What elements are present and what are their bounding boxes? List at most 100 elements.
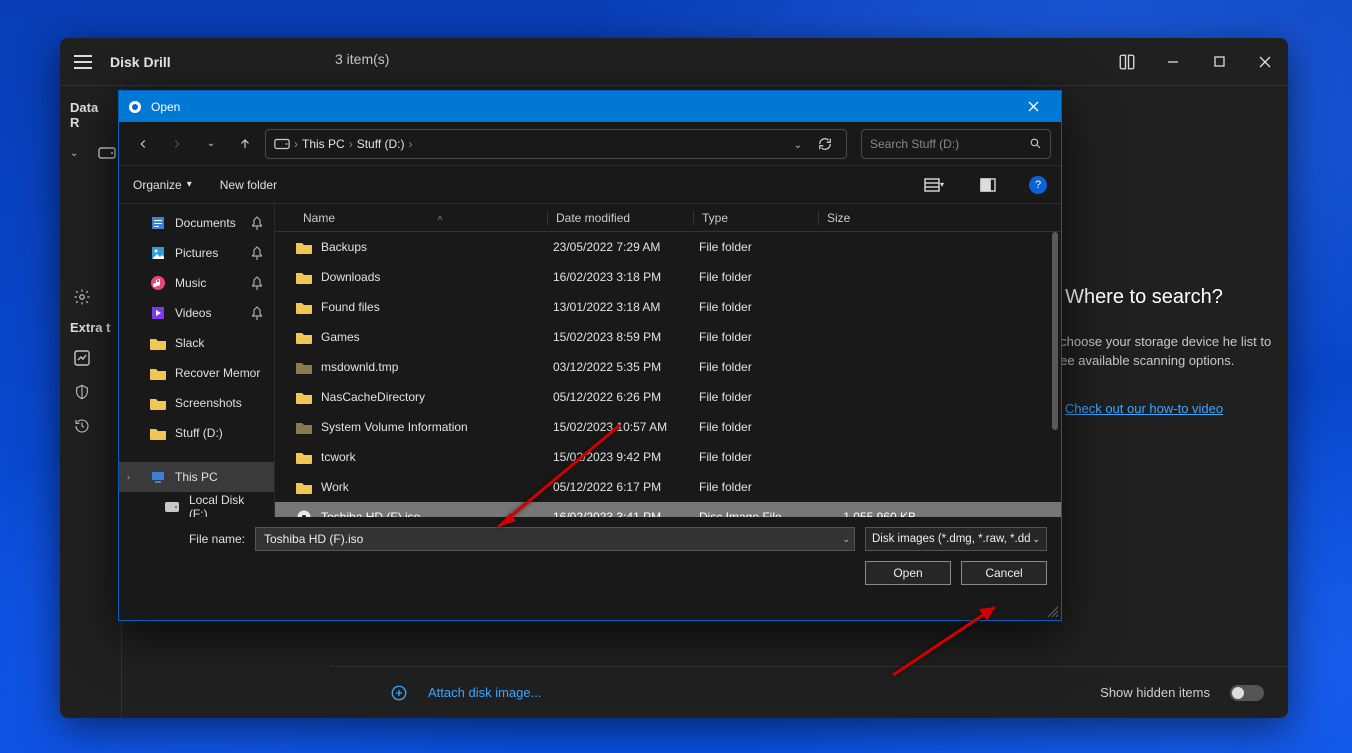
dialog-toolbar: Organize ▾ New folder ▾ ? bbox=[119, 166, 1061, 204]
tree-item[interactable]: Screenshots bbox=[119, 388, 274, 418]
col-type[interactable]: Type bbox=[693, 211, 818, 225]
nav-recent-button[interactable]: ⌄ bbox=[197, 130, 225, 158]
app-status: 3 item(s) bbox=[335, 51, 389, 67]
app-name: Disk Drill bbox=[110, 54, 171, 70]
file-row[interactable]: msdownld.tmp03/12/2022 5:35 PMFile folde… bbox=[275, 352, 1061, 382]
breadcrumb-loc[interactable]: Stuff (D:) bbox=[357, 137, 405, 151]
history-icon bbox=[70, 414, 94, 438]
tree-item[interactable]: Music bbox=[119, 268, 274, 298]
tree-item[interactable]: Local Disk (F:) bbox=[119, 492, 274, 517]
dialog-close-button[interactable] bbox=[1013, 91, 1053, 122]
open-dialog: Open ⌄ › This PC › Stuff (D:) › ⌄ Search… bbox=[118, 90, 1062, 621]
drive-icon bbox=[98, 141, 116, 165]
file-row[interactable]: Toshiba HD (F).iso16/02/2023 3:41 PMDisc… bbox=[275, 502, 1061, 517]
drive-icon bbox=[274, 138, 290, 150]
sidebar-row[interactable]: ⌄ bbox=[60, 136, 121, 170]
refresh-button[interactable] bbox=[812, 135, 838, 153]
search-icon bbox=[1029, 137, 1042, 150]
show-hidden-toggle[interactable] bbox=[1230, 685, 1264, 701]
close-button[interactable] bbox=[1242, 39, 1288, 85]
dialog-footer: File name: Toshiba HD (F).iso⌄ Disk imag… bbox=[119, 517, 1061, 595]
chart-icon bbox=[70, 346, 94, 370]
sidebar-extra-2[interactable] bbox=[60, 375, 121, 409]
file-list: Name˄ Date modified Type Size Backups23/… bbox=[275, 204, 1061, 517]
file-icon bbox=[295, 478, 313, 496]
maximize-button[interactable] bbox=[1196, 39, 1242, 85]
file-row[interactable]: NasCacheDirectory05/12/2022 6:26 PMFile … bbox=[275, 382, 1061, 412]
new-folder-button[interactable]: New folder bbox=[220, 178, 277, 192]
drv-icon bbox=[163, 498, 181, 516]
tree-item[interactable]: Recover Memor bbox=[119, 358, 274, 388]
sidebar-extra-3[interactable] bbox=[60, 409, 121, 443]
breadcrumb-pc[interactable]: This PC bbox=[302, 137, 345, 151]
tree-item[interactable]: Stuff (D:) bbox=[119, 418, 274, 448]
tree-item[interactable]: ›This PC bbox=[119, 462, 274, 492]
view-mode-button[interactable]: ▾ bbox=[921, 172, 947, 198]
file-row[interactable]: Backups23/05/2022 7:29 AMFile folder bbox=[275, 232, 1061, 262]
show-hidden-label: Show hidden items bbox=[1100, 685, 1210, 700]
sidebar-extra-1[interactable] bbox=[60, 341, 121, 375]
howto-link[interactable]: Check out our how-to video bbox=[1065, 401, 1223, 416]
tree-item[interactable]: Pictures bbox=[119, 238, 274, 268]
nav-forward-button[interactable] bbox=[163, 130, 191, 158]
hamburger-icon[interactable] bbox=[70, 49, 96, 75]
open-button[interactable]: Open bbox=[865, 561, 951, 585]
pin-icon bbox=[252, 246, 266, 260]
filename-input[interactable]: Toshiba HD (F).iso⌄ bbox=[255, 527, 855, 551]
dialog-nav: ⌄ › This PC › Stuff (D:) › ⌄ Search Stuf… bbox=[119, 122, 1061, 166]
filename-dropdown[interactable]: ⌄ bbox=[842, 534, 850, 545]
fld-icon bbox=[149, 364, 167, 382]
preview-pane-button[interactable] bbox=[975, 172, 1001, 198]
column-headers: Name˄ Date modified Type Size bbox=[275, 204, 1061, 232]
file-icon bbox=[295, 328, 313, 346]
sidebar-settings[interactable] bbox=[60, 280, 121, 314]
tree-item[interactable]: Documents bbox=[119, 208, 274, 238]
fld-icon bbox=[149, 334, 167, 352]
cancel-button[interactable]: Cancel bbox=[961, 561, 1047, 585]
pin-icon bbox=[252, 276, 266, 290]
pin-icon bbox=[252, 306, 266, 320]
help-button[interactable]: ? bbox=[1029, 176, 1047, 194]
search-input[interactable]: Search Stuff (D:) bbox=[861, 129, 1051, 159]
col-size[interactable]: Size bbox=[818, 211, 918, 225]
app-title-bar: Disk Drill 3 item(s) bbox=[60, 38, 1288, 86]
file-type-combo[interactable]: Disk images (*.dmg, *.raw, *.dd⌄ bbox=[865, 527, 1047, 551]
organize-button[interactable]: Organize ▾ bbox=[133, 178, 192, 192]
file-icon bbox=[295, 238, 313, 256]
file-row[interactable]: Work05/12/2022 6:17 PMFile folder bbox=[275, 472, 1061, 502]
minimize-button[interactable] bbox=[1150, 39, 1196, 85]
vid-icon bbox=[149, 304, 167, 322]
sidebar-section-data: Data R bbox=[60, 94, 121, 136]
address-bar[interactable]: › This PC › Stuff (D:) › ⌄ bbox=[265, 129, 847, 159]
address-dropdown[interactable]: ⌄ bbox=[788, 135, 808, 153]
file-row[interactable]: System Volume Information15/02/2023 10:5… bbox=[275, 412, 1061, 442]
file-icon bbox=[295, 508, 313, 517]
pc-icon bbox=[149, 468, 167, 486]
file-row[interactable]: Found files13/01/2022 3:18 AMFile folder bbox=[275, 292, 1061, 322]
file-row[interactable]: Games15/02/2023 8:59 PMFile folder bbox=[275, 322, 1061, 352]
app-small-icon bbox=[127, 99, 143, 115]
app-sidebar: Data R ⌄ Extra t bbox=[60, 86, 122, 718]
file-row[interactable]: Downloads16/02/2023 3:18 PMFile folder bbox=[275, 262, 1061, 292]
book-icon[interactable] bbox=[1104, 39, 1150, 85]
resize-grip-icon[interactable] bbox=[1046, 605, 1058, 617]
attach-link[interactable]: Attach disk image... bbox=[428, 685, 541, 700]
mus-icon bbox=[149, 274, 167, 292]
list-scrollbar[interactable] bbox=[1049, 232, 1059, 515]
tree-item[interactable]: Slack bbox=[119, 328, 274, 358]
col-date[interactable]: Date modified bbox=[547, 211, 693, 225]
file-icon bbox=[295, 418, 313, 436]
search-placeholder: Search Stuff (D:) bbox=[870, 137, 959, 151]
pin-icon bbox=[252, 216, 266, 230]
tree-item[interactable]: Videos bbox=[119, 298, 274, 328]
sidebar-section-extra: Extra t bbox=[60, 314, 121, 341]
file-row[interactable]: tcwork15/02/2023 9:42 PMFile folder bbox=[275, 442, 1061, 472]
col-name[interactable]: Name˄ bbox=[295, 211, 547, 225]
fld-icon bbox=[149, 424, 167, 442]
file-icon bbox=[295, 298, 313, 316]
nav-up-button[interactable] bbox=[231, 130, 259, 158]
nav-back-button[interactable] bbox=[129, 130, 157, 158]
folder-tree[interactable]: DocumentsPicturesMusicVideosSlackRecover… bbox=[119, 204, 275, 517]
file-icon bbox=[295, 448, 313, 466]
dialog-title-bar[interactable]: Open bbox=[119, 91, 1061, 122]
